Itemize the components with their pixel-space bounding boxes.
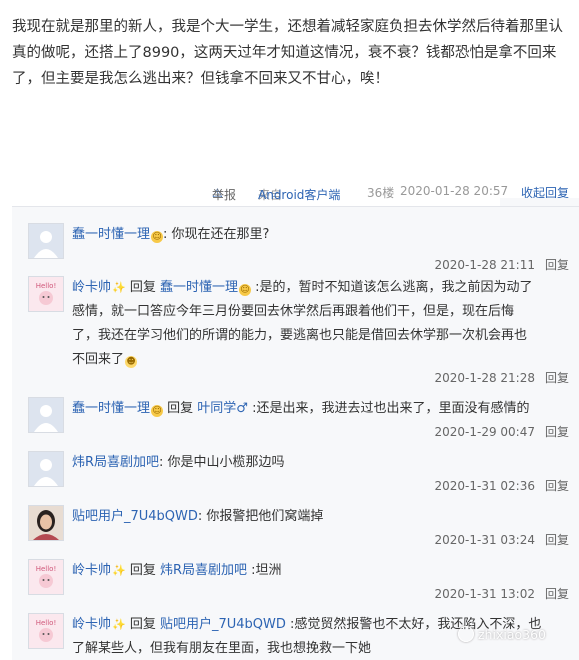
reply-username[interactable]: 岭卡帅 (72, 617, 111, 632)
hello-avatar-icon: Hello! (29, 560, 63, 594)
reply-button[interactable]: 回复 (545, 425, 569, 439)
reply-content: 炜R局喜剧加吧: 你是中山小榄那边吗 (72, 451, 572, 475)
reply-time: 2020-1-31 03:24 (434, 533, 535, 547)
source-client-link[interactable]: Android客户端 (258, 186, 340, 203)
sparkle-badge-icon: ✨ (112, 618, 126, 631)
reply-text: : 你现在还在那里? (163, 227, 270, 242)
reply-username[interactable]: 蠢一时懂一理 (72, 227, 150, 242)
reply-text: :是的，暂时不知道该怎么逃离，我之前因为动了 (251, 280, 533, 295)
reply-text: :还是出来，我进去过也出来了，里面没有感情的 (247, 401, 530, 416)
reply-time: 2020-1-31 02:36 (434, 479, 535, 493)
user-badge-icon: ☺ (239, 284, 251, 296)
hello-avatar-icon: Hello! (29, 277, 63, 311)
sparkle-badge-icon: ✨ (112, 564, 126, 577)
avatar[interactable] (28, 451, 64, 487)
svg-text:Hello!: Hello! (36, 619, 57, 627)
reply-button[interactable]: 回复 (545, 258, 569, 272)
post-body-text: 我现在就是那里的新人，我是个大一学生，还想着减轻家庭负担去休学然后待着那里认真的… (12, 19, 563, 87)
svg-text:Hello!: Hello! (36, 282, 57, 290)
reply-meta: 2020-1-29 00:47 回复 (434, 423, 569, 440)
reply-text: 感情，就一口答应今年三月份要回去休学然后再跟着他们干，但是，现在后悔 (72, 304, 515, 319)
reply-text: : 你是中山小榄那边吗 (159, 455, 285, 470)
reply-button[interactable]: 回复 (545, 371, 569, 385)
reply-username[interactable]: 蠢一时懂一理 (72, 401, 150, 416)
default-avatar-icon (29, 224, 63, 258)
reply-button[interactable]: 回复 (545, 533, 569, 547)
reply-content: 岭卡帅✨ 回复 蠢一时懂一理 ☺ :是的，暂时不知道该怎么逃离，我之前因为动了 感… (72, 276, 572, 372)
reply-time: 2020-1-28 21:28 (434, 371, 535, 385)
reply-username[interactable]: 岭卡帅 (72, 280, 111, 295)
reply-word: 回复 (125, 617, 160, 632)
default-avatar-icon (29, 398, 63, 432)
post-meta-bar: ⚠ 举报 来自 Android客户端 36楼 2020-01-28 20:57 收起… (212, 184, 570, 203)
reply-time: 2020-1-31 13:02 (434, 587, 535, 601)
reply-panel: 蠢一时懂一理 ☺: 你现在还在那里? 2020-1-28 21:11 回复 Hell… (12, 206, 579, 660)
avatar[interactable]: Hello! (28, 613, 64, 649)
avatar[interactable] (28, 505, 64, 541)
reply-target-username[interactable]: 贴吧用户_7U4bQWD (160, 617, 286, 632)
reply-content: 蠢一时懂一理 ☺: 你现在还在那里? (72, 223, 572, 247)
avatar[interactable] (28, 397, 64, 433)
reply-username[interactable]: 岭卡帅 (72, 563, 111, 578)
reply-username[interactable]: 贴吧用户_7U4bQWD (72, 509, 198, 524)
sparkle-badge-icon: ✨ (112, 281, 126, 294)
reply-button[interactable]: 回复 (545, 479, 569, 493)
user-badge-icon: ☺ (151, 405, 164, 417)
svg-text:Hello!: Hello! (36, 565, 57, 573)
emoji-icon: ☻ (125, 356, 138, 368)
avatar[interactable]: Hello! (28, 559, 64, 595)
reply-username[interactable]: 炜R局喜剧加吧 (72, 455, 159, 470)
user-photo-icon (29, 506, 63, 540)
reply-word: 回复 (125, 563, 160, 578)
reply-text: : 你报警把他们窝端掉 (197, 509, 324, 524)
reply-meta: 2020-1-31 02:36 回复 (434, 477, 569, 494)
reply-content: 岭卡帅✨ 回复 炜R局喜剧加吧 :坦洲 (72, 559, 572, 583)
reply-meta: 2020-1-28 21:11 回复 (434, 256, 569, 273)
hello-avatar-icon: Hello! (29, 614, 63, 648)
watermark: zhixiao360 (458, 626, 546, 642)
reply-word: 回复 (163, 401, 198, 416)
reply-meta: 2020-1-31 13:02 回复 (434, 585, 569, 602)
reply-button[interactable]: 回复 (545, 587, 569, 601)
reply-text: 了解某些人，但我有朋友在里面，我也想挽救一下她 (72, 641, 372, 656)
reply-content: 贴吧用户_7U4bQWD: 你报警把他们窝端掉 (72, 505, 572, 529)
reply-text: :坦洲 (247, 563, 282, 578)
reply-word: 回复 (125, 280, 160, 295)
reply-text: 不回来了 (72, 352, 125, 367)
post-time: 2020-01-28 20:57 (400, 184, 509, 198)
avatar[interactable] (28, 223, 64, 259)
reply-text: 了，我还在学习他们的所谓的能力，要逃离也只能是借回去休学那一次机会再也 (72, 328, 528, 343)
reply-meta: 2020-1-28 21:28 回复 (434, 369, 569, 386)
user-badge-icon: ☺ (151, 231, 164, 243)
reply-target-username[interactable]: 炜R局喜剧加吧 (160, 563, 247, 578)
reply-time: 2020-1-28 21:11 (434, 258, 535, 272)
reply-meta: 2020-1-31 03:24 回复 (434, 531, 569, 548)
reply-target-username[interactable]: 蠢一时懂一理 (160, 280, 238, 295)
avatar[interactable]: Hello! (28, 276, 64, 312)
reply-time: 2020-1-29 00:47 (434, 425, 535, 439)
reply-content: 蠢一时懂一理 ☺ 回复 叶同学♂ :还是出来，我进去过也出来了，里面没有感情的 (72, 397, 572, 421)
wechat-icon (458, 626, 474, 642)
reply-target-username[interactable]: 叶同学♂ (197, 401, 248, 416)
default-avatar-icon (29, 452, 63, 486)
floor-number: 36楼 (367, 186, 395, 200)
